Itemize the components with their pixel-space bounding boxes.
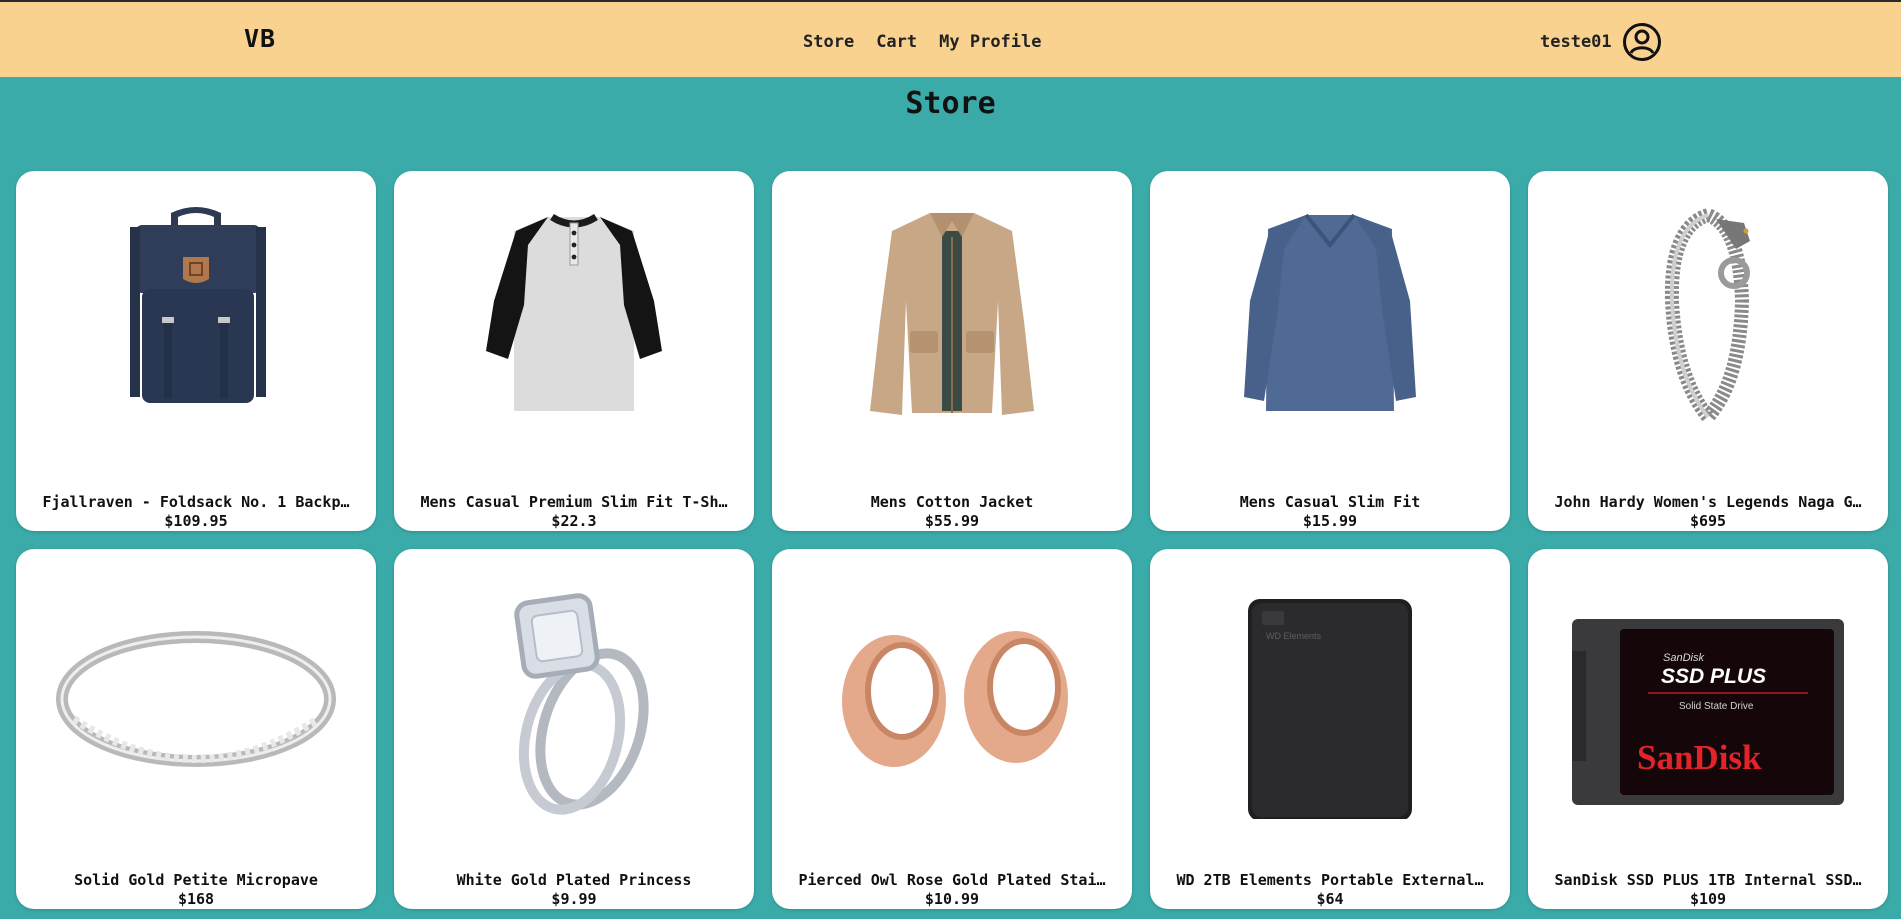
product-name[interactable]: Fjallraven - Foldsack No. 1 Backp… — [36, 493, 356, 511]
product-card[interactable]: Mens Cotton Jacket $55.99 — [772, 171, 1132, 531]
page-title: Store — [905, 86, 996, 121]
product-price: $109 — [1689, 890, 1727, 908]
product-card[interactable]: Fjallraven - Foldsack No. 1 Backp… $109.… — [16, 171, 376, 531]
username-label: teste01 — [1540, 32, 1612, 52]
product-price: $168 — [177, 890, 215, 908]
product-name[interactable]: John Hardy Women's Legends Naga G… — [1548, 493, 1868, 511]
product-name[interactable]: Mens Cotton Jacket — [792, 493, 1112, 511]
product-image-raglan-tshirt[interactable] — [394, 201, 754, 441]
product-price: $109.95 — [164, 512, 228, 530]
ssd-brand-label: SanDisk — [1637, 738, 1762, 777]
product-card[interactable]: White Gold Plated Princess $9.99 — [394, 549, 754, 909]
product-name[interactable]: White Gold Plated Princess — [414, 871, 734, 889]
product-image-ear-tunnels[interactable] — [772, 579, 1132, 819]
product-image-dragon-bracelet[interactable] — [1528, 201, 1888, 441]
product-price: $10.99 — [924, 890, 980, 908]
product-image-engagement-ring[interactable] — [394, 579, 754, 819]
product-name[interactable]: WD 2TB Elements Portable External… — [1170, 871, 1490, 889]
product-price: $695 — [1689, 512, 1727, 530]
product-card[interactable]: Pierced Owl Rose Gold Plated Stai… $10.9… — [772, 549, 1132, 909]
product-image-jacket[interactable] — [772, 201, 1132, 441]
product-image-external-hdd[interactable]: WD Elements — [1150, 579, 1510, 819]
product-price: $22.3 — [551, 512, 597, 530]
product-price: $9.99 — [551, 890, 597, 908]
nav-profile-link[interactable]: My Profile — [939, 32, 1041, 52]
product-name[interactable]: Pierced Owl Rose Gold Plated Stai… — [792, 871, 1112, 889]
product-image-long-sleeve-shirt[interactable] — [1150, 201, 1510, 441]
user-circle-icon[interactable] — [1622, 22, 1662, 62]
wd-label: WD Elements — [1266, 631, 1322, 641]
top-navbar: VB Store Cart My Profile teste01 — [0, 0, 1901, 77]
main-nav: Store Cart My Profile — [803, 32, 1042, 52]
ssd-sub-label: Solid State Drive — [1679, 701, 1754, 712]
product-name[interactable]: Mens Casual Slim Fit — [1170, 493, 1490, 511]
product-name[interactable]: Mens Casual Premium Slim Fit T-Sh… — [414, 493, 734, 511]
ssd-model-label: SSD PLUS — [1661, 665, 1766, 688]
ssd-brand-small: SanDisk — [1663, 652, 1704, 664]
product-card[interactable]: WD Elements WD 2TB Elements Portable Ext… — [1150, 549, 1510, 909]
product-price: $64 — [1316, 890, 1344, 908]
product-name[interactable]: SanDisk SSD PLUS 1TB Internal SSD… — [1548, 871, 1868, 889]
logo[interactable]: VB — [244, 24, 276, 53]
product-card[interactable]: Solid Gold Petite Micropave $168 — [16, 549, 376, 909]
product-image-band-ring[interactable] — [16, 579, 376, 819]
product-price: $15.99 — [1302, 512, 1358, 530]
product-grid: Fjallraven - Foldsack No. 1 Backp… $109.… — [16, 171, 1888, 909]
product-card[interactable]: John Hardy Women's Legends Naga G… $695 — [1528, 171, 1888, 531]
user-menu[interactable]: teste01 — [1540, 22, 1662, 62]
product-image-backpack[interactable] — [16, 201, 376, 441]
nav-cart-link[interactable]: Cart — [876, 32, 917, 52]
product-price: $55.99 — [924, 512, 980, 530]
product-image-ssd[interactable]: SanDisk SSD PLUS Solid State Drive SanDi… — [1528, 579, 1888, 819]
product-card[interactable]: SanDisk SSD PLUS Solid State Drive SanDi… — [1528, 549, 1888, 909]
nav-store-link[interactable]: Store — [803, 32, 854, 52]
product-name[interactable]: Solid Gold Petite Micropave — [36, 871, 356, 889]
product-card[interactable]: Mens Casual Premium Slim Fit T-Sh… $22.3 — [394, 171, 754, 531]
product-card[interactable]: Mens Casual Slim Fit $15.99 — [1150, 171, 1510, 531]
